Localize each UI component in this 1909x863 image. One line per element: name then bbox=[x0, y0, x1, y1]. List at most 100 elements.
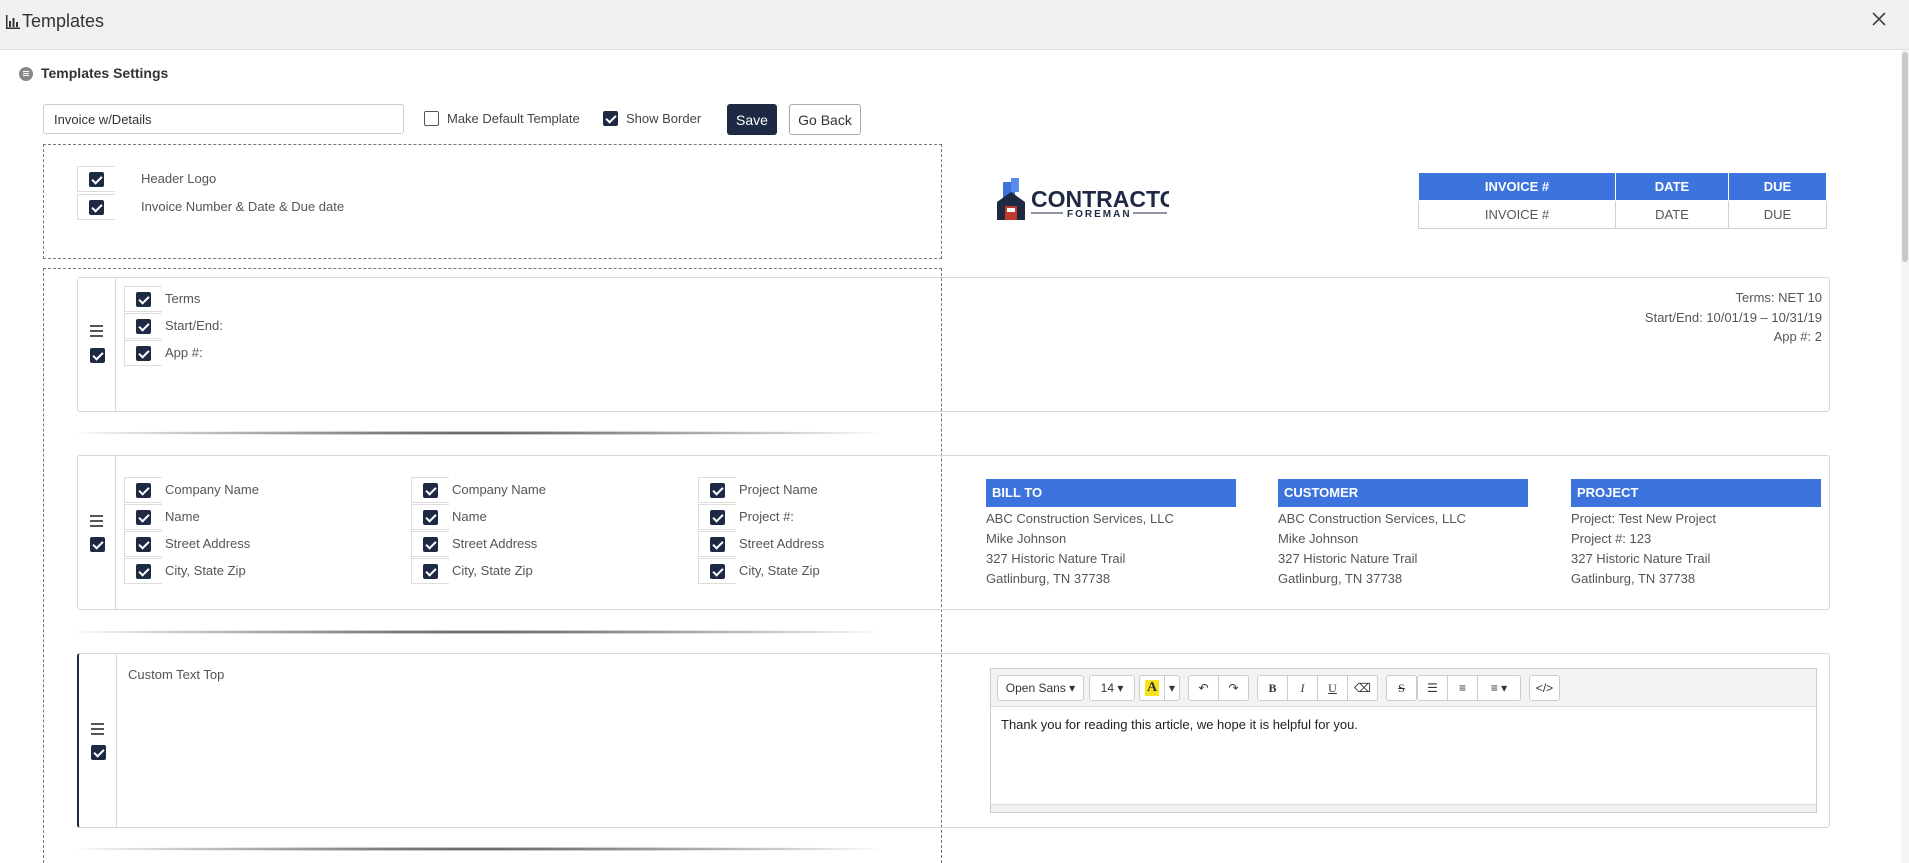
page-scrollbar[interactable] bbox=[1901, 50, 1909, 863]
modal-header: Templates bbox=[0, 0, 1909, 50]
address-section-checkbox[interactable] bbox=[90, 537, 105, 552]
custom-text-section-checkbox[interactable] bbox=[91, 745, 106, 760]
section-divider bbox=[77, 847, 877, 851]
start-end-option[interactable] bbox=[124, 313, 162, 339]
bill-to-street-checkbox[interactable] bbox=[136, 536, 151, 552]
editor-content[interactable]: Thank you for reading this article, we h… bbox=[1001, 717, 1358, 732]
project-street-checkbox[interactable] bbox=[710, 536, 725, 552]
highlight-color-button[interactable]: A bbox=[1139, 675, 1165, 701]
redo-button[interactable]: ↷ bbox=[1218, 675, 1249, 701]
customer-city-checkbox[interactable] bbox=[423, 563, 438, 579]
section-divider bbox=[77, 630, 877, 634]
show-border-toggle[interactable]: Show Border bbox=[603, 111, 701, 126]
header-logo-checkbox[interactable] bbox=[89, 171, 104, 187]
show-border-checkbox[interactable] bbox=[603, 111, 618, 126]
terms-checkbox[interactable] bbox=[136, 291, 151, 307]
customer-street-checkbox[interactable] bbox=[423, 536, 438, 552]
address-handle-column bbox=[78, 456, 116, 609]
project-line: 327 Historic Nature Trail bbox=[1571, 551, 1711, 566]
align-left-icon: ≡ bbox=[1490, 681, 1498, 695]
bill-to-name-checkbox[interactable] bbox=[136, 509, 151, 525]
project-number-option[interactable] bbox=[698, 504, 736, 530]
invoice-number-cell: INVOICE # bbox=[1418, 200, 1616, 229]
invoice-number-label: Invoice Number & Date & Due date bbox=[141, 199, 345, 214]
show-border-label: Show Border bbox=[626, 111, 702, 126]
redo-icon: ↷ bbox=[1228, 681, 1239, 695]
highlight-icon: A bbox=[1144, 680, 1160, 696]
scrollbar-thumb[interactable] bbox=[1902, 52, 1908, 262]
undo-button[interactable]: ↶ bbox=[1188, 675, 1219, 701]
project-street-option[interactable] bbox=[698, 531, 736, 557]
app-number-checkbox[interactable] bbox=[136, 345, 151, 361]
header-logo-option[interactable] bbox=[77, 166, 115, 192]
bill-to-name-option[interactable] bbox=[124, 504, 162, 530]
customer-company-label: Company Name bbox=[452, 482, 546, 497]
ordered-list-icon: ≡ bbox=[1458, 681, 1466, 695]
eraser-icon: ⌫ bbox=[1354, 681, 1371, 695]
terms-section bbox=[77, 277, 1830, 412]
customer-city-option[interactable] bbox=[411, 558, 449, 584]
invoice-number-option[interactable] bbox=[77, 194, 115, 220]
italic-icon: I bbox=[1300, 680, 1305, 695]
font-size-select[interactable]: 14 ▾ bbox=[1089, 675, 1135, 701]
bill-to-company-checkbox[interactable] bbox=[136, 482, 151, 498]
underline-button[interactable]: U bbox=[1317, 675, 1348, 701]
make-default-checkbox[interactable] bbox=[424, 111, 439, 126]
bill-to-street-option[interactable] bbox=[124, 531, 162, 557]
logo-text-sub: FOREMAN bbox=[1067, 209, 1132, 220]
drag-handle-icon[interactable] bbox=[90, 515, 103, 527]
terms-preview: Terms: NET 10 bbox=[1735, 290, 1822, 305]
align-dropdown[interactable]: ≡ ▾ bbox=[1477, 675, 1521, 701]
highlight-color-dropdown[interactable]: ▾ bbox=[1164, 675, 1180, 701]
bill-to-line: 327 Historic Nature Trail bbox=[986, 551, 1126, 566]
code-view-button[interactable]: </> bbox=[1529, 675, 1560, 701]
start-end-checkbox[interactable] bbox=[136, 318, 151, 334]
terms-option[interactable] bbox=[124, 286, 162, 312]
customer-name-option[interactable] bbox=[411, 504, 449, 530]
list-icon bbox=[19, 67, 33, 81]
font-family-select[interactable]: Open Sans ▾ bbox=[997, 675, 1084, 701]
project-city-checkbox[interactable] bbox=[710, 563, 725, 579]
drag-handle-icon[interactable] bbox=[90, 325, 103, 337]
terms-section-checkbox[interactable] bbox=[90, 348, 105, 363]
bullet-list-button[interactable]: ☰ bbox=[1417, 675, 1448, 701]
customer-street-label: Street Address bbox=[452, 536, 538, 551]
customer-company-option[interactable] bbox=[411, 477, 449, 503]
project-name-option[interactable] bbox=[698, 477, 736, 503]
ordered-list-button[interactable]: ≡ bbox=[1447, 675, 1478, 701]
project-name-checkbox[interactable] bbox=[710, 482, 725, 498]
italic-button[interactable]: I bbox=[1287, 675, 1318, 701]
customer-street-option[interactable] bbox=[411, 531, 449, 557]
close-icon[interactable] bbox=[1870, 10, 1888, 28]
bill-to-company-option[interactable] bbox=[124, 477, 162, 503]
start-end-label: Start/End: bbox=[165, 318, 223, 333]
make-default-label: Make Default Template bbox=[447, 111, 580, 126]
make-default-toggle[interactable]: Make Default Template bbox=[424, 111, 580, 126]
template-name-input[interactable] bbox=[43, 104, 404, 134]
go-back-button[interactable]: Go Back bbox=[789, 104, 861, 135]
project-city-option[interactable] bbox=[698, 558, 736, 584]
bold-button[interactable]: B bbox=[1257, 675, 1288, 701]
invoice-preview-table: INVOICE # DATE DUE INVOICE # DATE DUE bbox=[1418, 172, 1827, 229]
customer-company-checkbox[interactable] bbox=[423, 482, 438, 498]
section-divider bbox=[77, 431, 877, 435]
save-button[interactable]: Save bbox=[727, 104, 777, 135]
project-number-checkbox[interactable] bbox=[710, 509, 725, 525]
bill-to-line: Gatlinburg, TN 37738 bbox=[986, 571, 1111, 586]
company-logo: CONTRACTOR FOREMAN bbox=[997, 178, 1169, 220]
customer-line: Gatlinburg, TN 37738 bbox=[1278, 571, 1403, 586]
app-number-option[interactable] bbox=[124, 340, 162, 366]
strikethrough-icon: S bbox=[1398, 680, 1405, 695]
project-line: Project #: 123 bbox=[1571, 531, 1652, 546]
bill-to-city-option[interactable] bbox=[124, 558, 162, 584]
bill-to-city-checkbox[interactable] bbox=[136, 563, 151, 579]
date-cell: DATE bbox=[1615, 200, 1729, 229]
editor-resize-handle[interactable] bbox=[991, 804, 1816, 812]
page-title: Templates bbox=[22, 11, 105, 31]
invoice-number-checkbox[interactable] bbox=[89, 199, 104, 215]
clear-format-button[interactable]: ⌫ bbox=[1347, 675, 1378, 701]
rich-text-editor[interactable]: Open Sans ▾ 14 ▾ A ▾ ↶ ↷ B I U ⌫ S ☰ ≡ ≡… bbox=[990, 668, 1817, 813]
strikethrough-button[interactable]: S bbox=[1386, 675, 1417, 701]
customer-name-checkbox[interactable] bbox=[423, 509, 438, 525]
drag-handle-icon[interactable] bbox=[91, 723, 104, 735]
